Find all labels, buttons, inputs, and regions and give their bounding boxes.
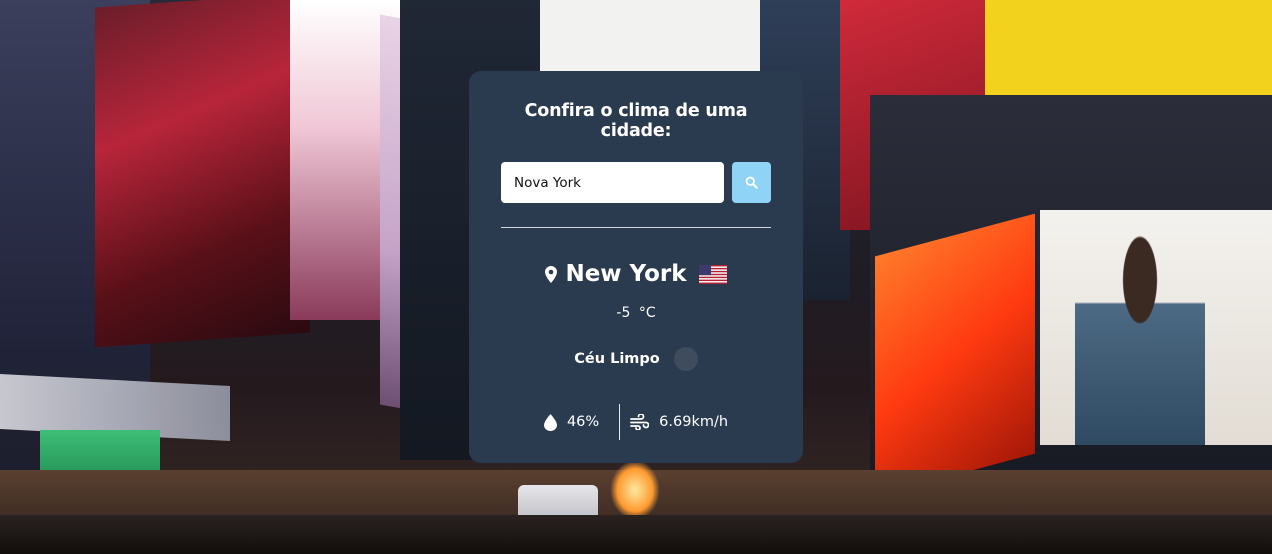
weather-condition-icon (673, 347, 698, 371)
wind-value: 6.69km/h (659, 414, 729, 430)
weather-details: 46% 6.69km/h (501, 404, 771, 440)
temperature: -5 °C (501, 305, 771, 321)
weather-card: Confira o clima de uma cidade: New York (469, 71, 803, 463)
weather-description: Céu Limpo (574, 351, 660, 367)
search-button[interactable] (732, 162, 771, 203)
city-row: New York (501, 261, 771, 287)
temperature-unit: °C (638, 305, 656, 321)
city-name: New York (565, 261, 687, 287)
map-pin-icon (545, 265, 558, 283)
droplet-icon (543, 413, 557, 431)
details-separator (619, 404, 621, 440)
humidity: 46% (543, 413, 600, 431)
card-heading: Confira o clima de uma cidade: (524, 101, 748, 141)
city-search-input[interactable] (501, 162, 724, 203)
description-row: Céu Limpo (501, 347, 771, 371)
temperature-value: -5 (616, 305, 631, 321)
wind-icon (630, 414, 650, 430)
search-row (501, 162, 771, 203)
humidity-value: 46% (566, 414, 600, 430)
us-flag-icon (698, 264, 727, 284)
wind: 6.69km/h (630, 414, 728, 430)
search-icon (745, 176, 758, 189)
divider (501, 227, 771, 228)
